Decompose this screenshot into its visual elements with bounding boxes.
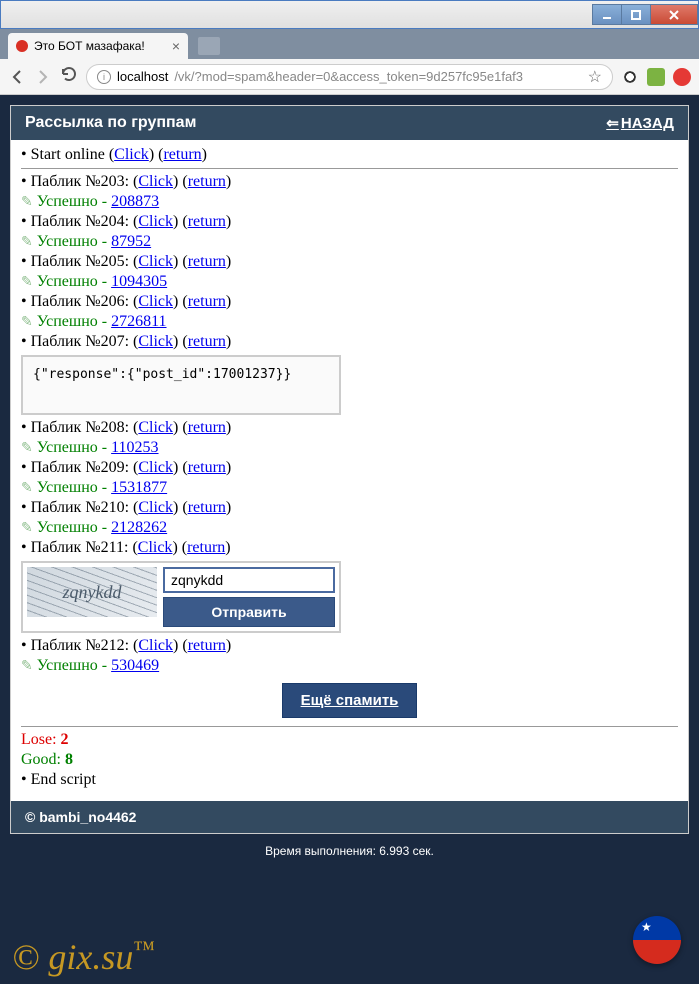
click-link[interactable]: Click xyxy=(138,419,173,436)
post-id-link[interactable]: 87952 xyxy=(111,233,151,250)
click-link[interactable]: Click xyxy=(138,253,173,270)
public-line: • Паблик №210: (Click) (return) xyxy=(21,499,678,517)
return-link[interactable]: return xyxy=(188,637,226,654)
click-link[interactable]: Click xyxy=(138,173,173,190)
return-link[interactable]: return xyxy=(188,293,226,310)
public-line: • Паблик №205: (Click) (return) xyxy=(21,253,678,271)
panel-footer: © bambi_no4462 xyxy=(11,801,688,833)
titlebar xyxy=(0,0,699,29)
bookmark-star-icon[interactable]: ☆ xyxy=(588,67,602,87)
url-input[interactable]: i localhost/vk/?mod=spam&header=0&access… xyxy=(86,64,613,90)
public-line: • Паблик №209: (Click) (return) xyxy=(21,459,678,477)
success-line: Успешно - 2128262 xyxy=(21,519,678,537)
panel-body: • Start online (Click) (return) • Паблик … xyxy=(11,140,688,801)
public-line: • Паблик №206: (Click) (return) xyxy=(21,293,678,311)
execution-time: Время выполнения: 6.993 сек. xyxy=(10,844,689,858)
response-box: {"response":{"post_id":17001237}} xyxy=(21,355,341,415)
click-link[interactable]: Click xyxy=(138,459,173,476)
info-icon[interactable]: i xyxy=(97,70,111,84)
start-return-link[interactable]: return xyxy=(163,146,201,163)
click-link[interactable]: Click xyxy=(138,333,173,350)
start-line: • Start online (Click) (return) xyxy=(21,146,678,164)
success-line: Успешно - 87952 xyxy=(21,233,678,251)
panel-header: Рассылка по группам НАЗАД xyxy=(11,106,688,140)
post-id-link[interactable]: 110253 xyxy=(111,439,158,456)
start-click-link[interactable]: Click xyxy=(114,146,149,163)
return-link[interactable]: return xyxy=(187,539,225,556)
public-line: • Паблик №212: (Click) (return) xyxy=(21,637,678,655)
post-id-link[interactable]: 1094305 xyxy=(111,273,167,290)
captcha-input[interactable] xyxy=(163,567,335,593)
url-host: localhost xyxy=(117,69,168,84)
success-line: Успешно - 1094305 xyxy=(21,273,678,291)
public-line: • Паблик №211: (Click) (return) xyxy=(21,539,678,557)
return-link[interactable]: return xyxy=(188,499,226,516)
watermark: © gix.su™ xyxy=(12,936,155,978)
good-line: Good: 8 xyxy=(21,751,678,769)
return-link[interactable]: return xyxy=(188,333,226,350)
divider xyxy=(21,726,678,727)
back-link[interactable]: НАЗАД xyxy=(606,114,674,132)
extension-icon-1[interactable] xyxy=(621,68,639,86)
click-link[interactable]: Click xyxy=(138,637,173,654)
end-line: • End script xyxy=(21,771,678,789)
click-link[interactable]: Click xyxy=(138,539,173,556)
back-icon[interactable] xyxy=(8,68,26,86)
captcha-box: zqnykdd Отправить xyxy=(21,561,341,633)
success-line: Успешно - 530469 xyxy=(21,657,678,675)
click-link[interactable]: Click xyxy=(138,213,173,230)
success-line: Успешно - 110253 xyxy=(21,439,678,457)
public-line: • Паблик №203: (Click) (return) xyxy=(21,173,678,191)
click-link[interactable]: Click xyxy=(138,499,173,516)
captcha-image: zqnykdd xyxy=(27,567,157,617)
address-bar: i localhost/vk/?mod=spam&header=0&access… xyxy=(0,59,699,95)
page-body: Рассылка по группам НАЗАД • Start online… xyxy=(0,95,699,984)
post-id-link[interactable]: 2726811 xyxy=(111,313,166,330)
public-line: • Паблик №207: (Click) (return) xyxy=(21,333,678,351)
tab-close-icon[interactable]: × xyxy=(172,38,180,54)
success-line: Успешно - 1531877 xyxy=(21,479,678,497)
divider xyxy=(21,168,678,169)
new-tab-button[interactable] xyxy=(198,37,220,55)
extension-icon-2[interactable] xyxy=(647,68,665,86)
flag-badge[interactable] xyxy=(633,916,681,964)
post-id-link[interactable]: 530469 xyxy=(111,657,159,674)
return-link[interactable]: return xyxy=(188,173,226,190)
extension-icon-3[interactable] xyxy=(673,68,691,86)
minimize-button[interactable] xyxy=(592,4,622,25)
success-line: Успешно - 2726811 xyxy=(21,313,678,331)
return-link[interactable]: return xyxy=(188,213,226,230)
url-path: /vk/?mod=spam&header=0&access_token=9d25… xyxy=(174,69,523,84)
return-link[interactable]: return xyxy=(188,253,226,270)
click-link[interactable]: Click xyxy=(138,293,173,310)
return-link[interactable]: return xyxy=(188,459,226,476)
spam-more-button[interactable]: Ещё спамить xyxy=(282,683,418,718)
post-id-link[interactable]: 1531877 xyxy=(111,479,167,496)
captcha-submit-button[interactable]: Отправить xyxy=(163,597,335,627)
forward-icon[interactable] xyxy=(34,68,52,86)
post-id-link[interactable]: 208873 xyxy=(111,193,159,210)
maximize-button[interactable] xyxy=(621,4,651,25)
post-id-link[interactable]: 2128262 xyxy=(111,519,167,536)
return-link[interactable]: return xyxy=(188,419,226,436)
tab-bar: Это БОТ мазафака! × xyxy=(0,29,699,59)
browser-tab[interactable]: Это БОТ мазафака! × xyxy=(8,33,188,59)
reload-icon[interactable] xyxy=(60,65,78,88)
tab-title: Это БОТ мазафака! xyxy=(34,39,145,53)
close-button[interactable] xyxy=(650,4,698,25)
page-title: Рассылка по группам xyxy=(25,114,196,132)
record-icon xyxy=(16,40,28,52)
lose-line: Lose: 2 xyxy=(21,731,678,749)
public-line: • Паблик №208: (Click) (return) xyxy=(21,419,678,437)
public-line: • Паблик №204: (Click) (return) xyxy=(21,213,678,231)
success-line: Успешно - 208873 xyxy=(21,193,678,211)
main-panel: Рассылка по группам НАЗАД • Start online… xyxy=(10,105,689,834)
